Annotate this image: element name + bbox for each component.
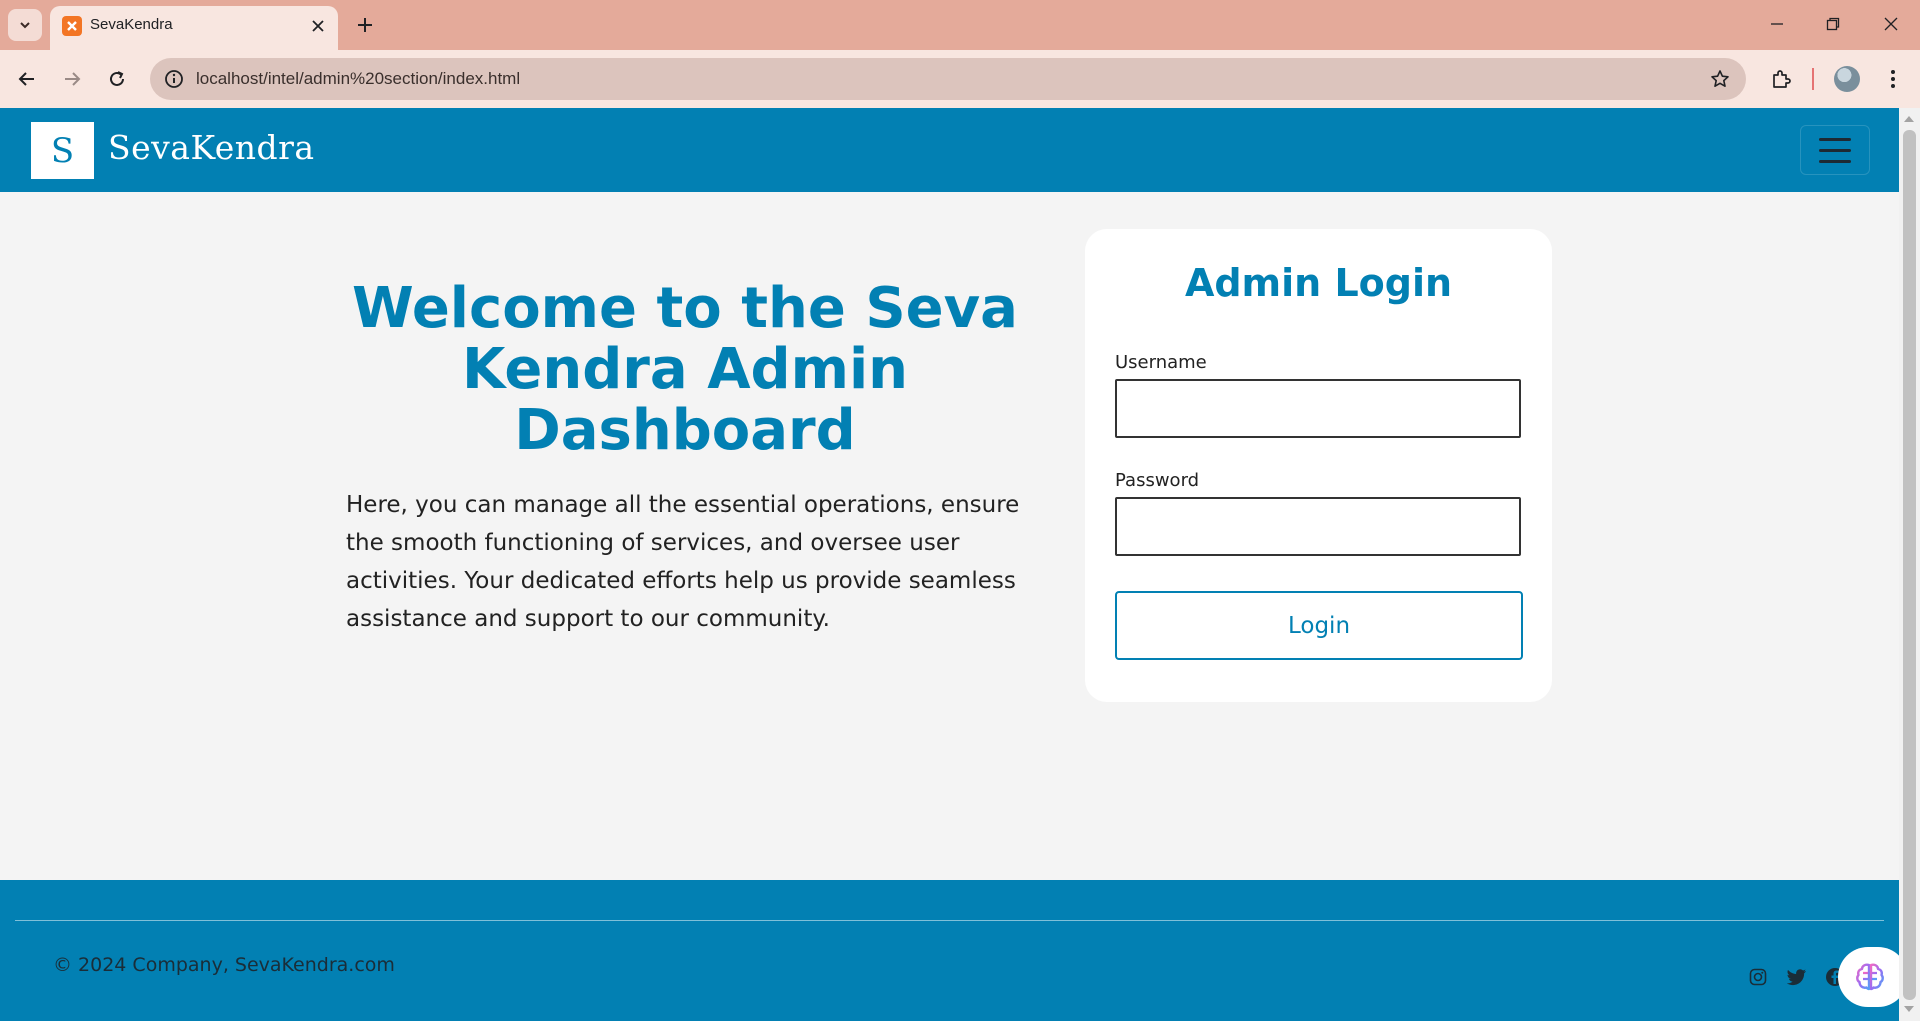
- brain-icon: [1856, 963, 1884, 991]
- close-window-button[interactable]: [1866, 6, 1916, 42]
- copyright-text: © 2024 Company, SevaKendra.com: [53, 954, 395, 976]
- restore-icon: [1826, 17, 1840, 31]
- site-navbar: S SevaKendra: [0, 108, 1899, 192]
- close-icon: [1884, 17, 1898, 31]
- star-icon[interactable]: [1708, 67, 1732, 91]
- tab-search-button[interactable]: [8, 9, 42, 41]
- puzzle-icon: [1773, 70, 1791, 88]
- url-text: localhost/intel/admin%20section/index.ht…: [196, 69, 521, 88]
- browser-toolbar: localhost/intel/admin%20section/index.ht…: [0, 50, 1920, 108]
- browser-tab[interactable]: SevaKendra: [50, 6, 338, 50]
- arrow-left-icon: [18, 72, 34, 86]
- login-title: Admin Login: [1184, 261, 1453, 305]
- site-footer: © 2024 Company, SevaKendra.com: [0, 880, 1899, 1021]
- page-viewport: S SevaKendra Welcome to the Seva Kendra …: [0, 108, 1899, 1021]
- minimize-icon: [1771, 23, 1783, 25]
- scroll-up-arrow[interactable]: [1904, 116, 1914, 122]
- restore-button[interactable]: [1808, 6, 1858, 42]
- brand-name[interactable]: SevaKendra: [108, 128, 315, 167]
- plus-icon: [358, 18, 372, 32]
- password-input[interactable]: [1115, 497, 1521, 556]
- scrollbar-thumb[interactable]: [1903, 130, 1916, 1000]
- reload-button[interactable]: [100, 62, 134, 96]
- login-card: Admin Login Username Password Login: [1085, 229, 1552, 702]
- scroll-down-arrow[interactable]: [1904, 1006, 1914, 1012]
- xampp-icon: [62, 16, 82, 36]
- reload-icon: [110, 71, 124, 86]
- brand-logo[interactable]: S: [31, 122, 94, 179]
- browser-tab-strip: SevaKendra: [0, 0, 1920, 50]
- password-label: Password: [1115, 470, 1200, 491]
- hamburger-icon: [1819, 137, 1851, 141]
- more-vertical-icon: [1891, 70, 1895, 88]
- close-icon[interactable]: [308, 16, 328, 36]
- address-bar[interactable]: localhost/intel/admin%20section/index.ht…: [150, 58, 1746, 100]
- toolbar-divider: [1812, 68, 1814, 90]
- navbar-toggler-button[interactable]: [1800, 125, 1870, 175]
- username-label: Username: [1115, 352, 1207, 373]
- chevron-down-icon: [20, 22, 30, 29]
- forward-button[interactable]: [55, 62, 89, 96]
- tab-title: SevaKendra: [90, 16, 173, 33]
- browser-menu-button[interactable]: [1876, 62, 1910, 96]
- minimize-button[interactable]: [1752, 6, 1802, 42]
- arrow-right-icon: [65, 72, 81, 86]
- back-button[interactable]: [10, 62, 44, 96]
- extensions-button[interactable]: [1764, 62, 1798, 96]
- page-scrollbar[interactable]: [1899, 108, 1920, 1021]
- profile-avatar[interactable]: [1834, 66, 1860, 92]
- twitter-icon[interactable]: [1786, 966, 1808, 988]
- login-button[interactable]: Login: [1115, 591, 1523, 660]
- footer-divider: [15, 920, 1884, 921]
- instagram-icon[interactable]: [1747, 966, 1769, 988]
- hero-description: Here, you can manage all the essential o…: [346, 492, 1020, 632]
- username-input[interactable]: [1115, 379, 1521, 438]
- info-icon[interactable]: [162, 67, 186, 91]
- hero-title: Welcome to the Seva Kendra Admin Dashboa…: [352, 276, 1018, 463]
- new-tab-button[interactable]: [350, 10, 380, 40]
- assistant-chat-button[interactable]: [1838, 947, 1899, 1007]
